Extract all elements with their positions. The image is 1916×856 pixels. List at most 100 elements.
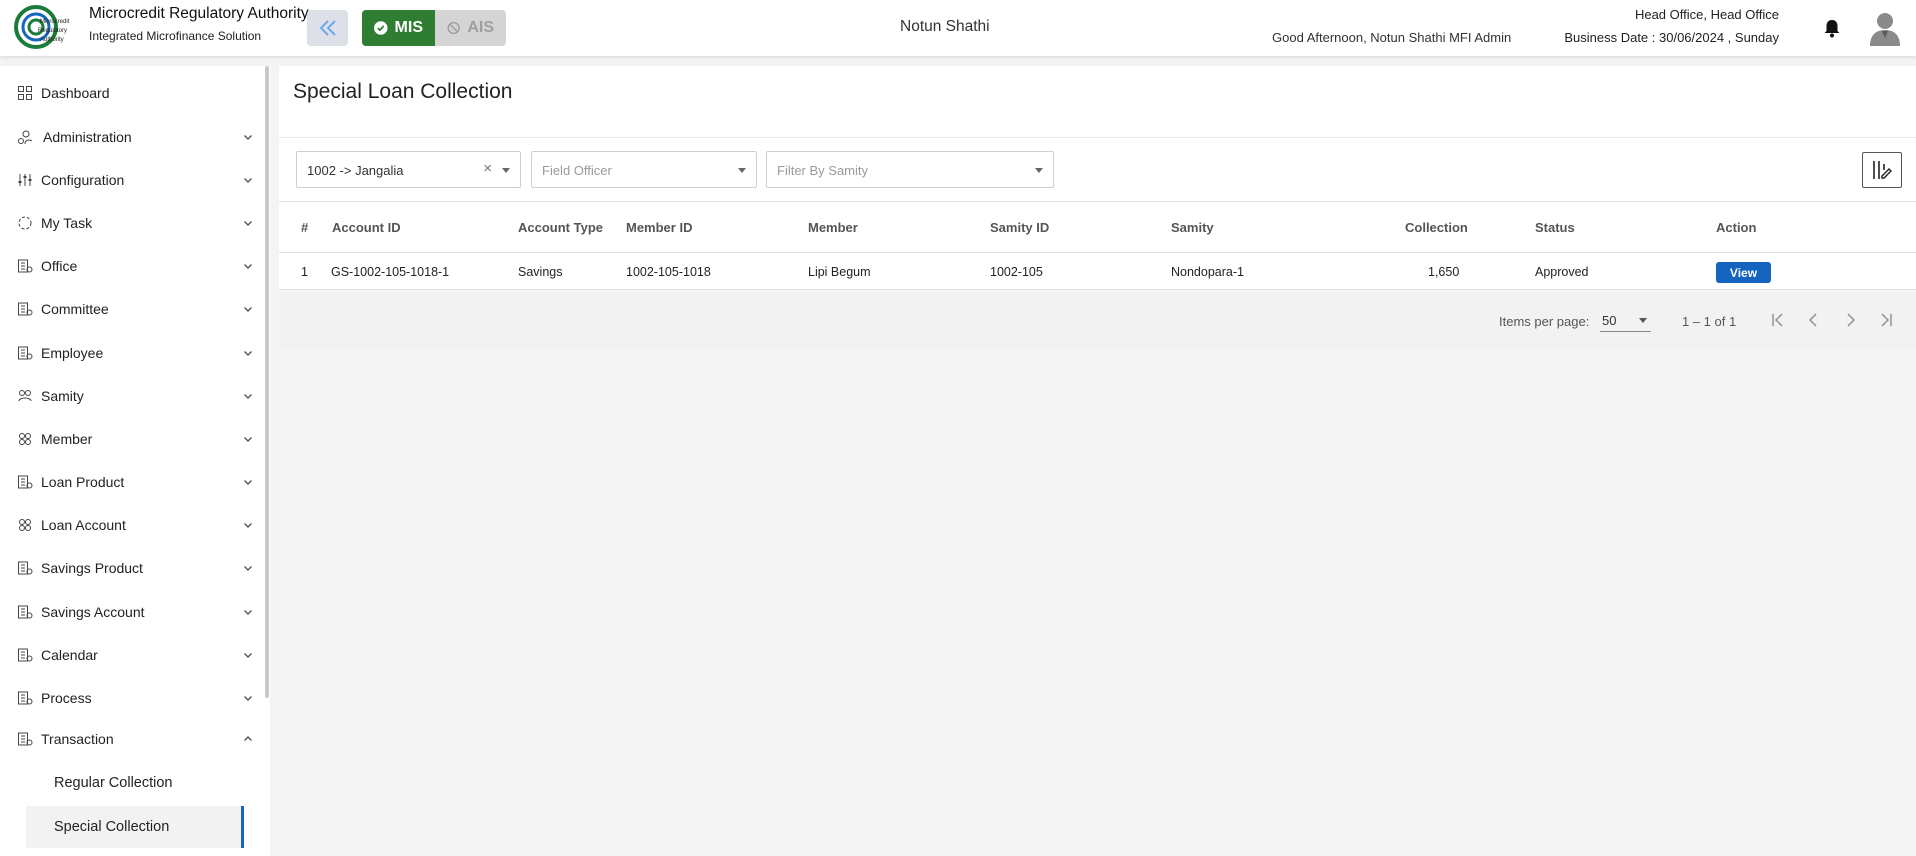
mis-mode-button[interactable]: MIS bbox=[362, 10, 435, 46]
samity-filter-select[interactable]: Filter By Samity bbox=[766, 151, 1054, 188]
col-header-samity-id: Samity ID bbox=[990, 220, 1050, 235]
sidebar-item-label: Loan Account bbox=[41, 517, 126, 533]
sidebar-item-employee[interactable]: Employee bbox=[0, 333, 262, 373]
people-icon bbox=[19, 519, 31, 531]
greeting-text: Good Afternoon, Notun Shathi MFI Admin bbox=[1272, 30, 1512, 45]
column-settings-button[interactable] bbox=[1862, 152, 1902, 188]
sidebar-item-label: My Task bbox=[41, 215, 93, 231]
sidebar-item-configuration[interactable]: Configuration bbox=[0, 160, 262, 200]
grid-icon bbox=[18, 86, 32, 100]
main-content: Special Loan Collection 1002 -> Jangalia… bbox=[279, 66, 1916, 856]
sidebar-item-calendar[interactable]: Calendar bbox=[0, 635, 262, 675]
ais-label: AIS bbox=[467, 19, 494, 36]
chevron-down-icon bbox=[244, 178, 252, 183]
first-page-button[interactable] bbox=[1766, 308, 1790, 332]
user-avatar-icon[interactable] bbox=[1869, 10, 1901, 46]
sidebar-item-savings-account[interactable]: Savings Account bbox=[0, 592, 262, 632]
col-header-account-id: Account ID bbox=[332, 220, 401, 235]
sidebar-item-dashboard[interactable]: Dashboard bbox=[0, 73, 262, 113]
page-size-select[interactable]: 50 bbox=[1600, 308, 1651, 332]
building-icon bbox=[18, 691, 33, 705]
chevron-down-icon bbox=[244, 480, 252, 485]
sidebar-subitem-label: Regular Collection bbox=[54, 775, 173, 791]
building-icon bbox=[18, 346, 33, 360]
block-icon bbox=[447, 21, 460, 35]
sidebar-item-my-task[interactable]: My Task bbox=[0, 203, 262, 243]
sidebar-item-committee[interactable]: Committee bbox=[0, 289, 262, 329]
next-page-button[interactable] bbox=[1838, 308, 1862, 332]
brand-subtitle: Integrated Microfinance Solution bbox=[89, 29, 262, 43]
branch-name: Head Office, Head Office bbox=[1634, 7, 1779, 22]
chevron-down-icon bbox=[244, 566, 252, 571]
mra-logo: Microcredit Regulatory Authority bbox=[14, 5, 70, 49]
cell-account-id: GS-1002-105-1018-1 bbox=[331, 265, 450, 279]
ais-mode-button[interactable]: AIS bbox=[435, 10, 506, 46]
last-page-button[interactable] bbox=[1874, 308, 1898, 332]
chevron-down-icon bbox=[244, 135, 252, 140]
organization-name: Notun Shathi bbox=[900, 18, 990, 35]
page-title: Special Loan Collection bbox=[293, 80, 513, 103]
chevron-down-icon bbox=[244, 610, 252, 615]
sidebar-item-member[interactable]: Member bbox=[0, 419, 262, 459]
sidebar-item-label: Office bbox=[41, 258, 78, 274]
sidebar-subitem-label: Special Collection bbox=[54, 819, 170, 835]
chevron-down-icon bbox=[244, 523, 252, 528]
collection-table: # Account ID Account Type Member ID Memb… bbox=[279, 201, 1916, 290]
samity-filter-placeholder: Filter By Samity bbox=[777, 163, 869, 178]
sidebar-item-loan-account[interactable]: Loan Account bbox=[0, 505, 262, 545]
sidebar-collapse-button[interactable] bbox=[307, 10, 348, 46]
paginator: Items per page: 50 1 – 1 of 1 bbox=[279, 291, 1916, 348]
col-header-status: Status bbox=[1535, 220, 1575, 235]
sidebar-item-administration[interactable]: Administration bbox=[0, 117, 262, 157]
dropdown-arrow-icon bbox=[738, 168, 746, 173]
items-per-page-label: Items per page: bbox=[1499, 314, 1590, 329]
view-button[interactable]: View bbox=[1716, 262, 1771, 283]
page-size-value: 50 bbox=[1602, 313, 1617, 328]
col-header-samity: Samity bbox=[1171, 220, 1214, 235]
column-edit-icon bbox=[1873, 161, 1892, 179]
sidebar-item-label: Member bbox=[41, 431, 93, 447]
sidebar-item-loan-product[interactable]: Loan Product bbox=[0, 462, 262, 502]
brand-title: Microcredit Regulatory Authority bbox=[89, 5, 309, 22]
building-icon bbox=[18, 259, 33, 273]
cell-status: Approved bbox=[1535, 265, 1589, 279]
sidebar-subitem-regular-collection[interactable]: Regular Collection bbox=[26, 762, 244, 804]
field-officer-select[interactable]: Field Officer bbox=[531, 151, 757, 188]
sidebar-item-label: Process bbox=[41, 690, 92, 706]
group-icon bbox=[18, 390, 32, 402]
cell-collection: 1,650 bbox=[1428, 265, 1460, 279]
sidebar-item-process[interactable]: Process bbox=[0, 678, 262, 718]
sidebar-item-savings-product[interactable]: Savings Product bbox=[0, 548, 262, 588]
building-icon bbox=[18, 302, 33, 316]
page-range-label: 1 – 1 of 1 bbox=[1682, 314, 1737, 329]
sidebar-item-label: Committee bbox=[41, 301, 109, 317]
col-header-member-id: Member ID bbox=[626, 220, 693, 235]
sidebar-item-transaction[interactable]: Transaction bbox=[0, 719, 262, 759]
chevron-down-icon bbox=[244, 264, 252, 269]
double-chevron-left-icon bbox=[319, 20, 336, 36]
chevron-down-icon bbox=[244, 394, 252, 399]
last-page-icon bbox=[1881, 313, 1892, 327]
sidebar-item-label: Dashboard bbox=[41, 85, 110, 101]
chevron-down-icon bbox=[244, 653, 252, 658]
business-date: Business Date : 30/06/2024 , Sunday bbox=[1564, 30, 1779, 45]
dropdown-arrow-icon bbox=[502, 168, 510, 173]
dropdown-arrow-icon bbox=[1035, 168, 1043, 173]
building-icon bbox=[18, 475, 33, 489]
col-header-number: # bbox=[301, 220, 309, 235]
previous-page-button[interactable] bbox=[1802, 308, 1826, 332]
cell-samity: Nondopara-1 bbox=[1171, 265, 1244, 279]
sidebar-scrollbar[interactable] bbox=[265, 66, 269, 698]
sidebar-subitem-special-collection[interactable]: Special Collection bbox=[26, 806, 244, 848]
chevron-down-icon bbox=[244, 307, 252, 312]
sidebar-item-label: Savings Account bbox=[41, 604, 145, 620]
clear-icon[interactable]: × bbox=[483, 160, 492, 177]
table-row: 1 GS-1002-105-1018-1 Savings 1002-105-10… bbox=[279, 254, 1916, 290]
sidebar-item-office[interactable]: Office bbox=[0, 246, 262, 286]
field-officer-placeholder: Field Officer bbox=[542, 163, 612, 178]
first-page-icon bbox=[1772, 313, 1783, 327]
branch-select[interactable]: 1002 -> Jangalia × bbox=[296, 151, 521, 188]
sidebar-item-samity[interactable]: Samity bbox=[0, 376, 262, 416]
col-header-action: Action bbox=[1716, 220, 1757, 235]
notification-bell-icon[interactable] bbox=[1821, 17, 1843, 39]
